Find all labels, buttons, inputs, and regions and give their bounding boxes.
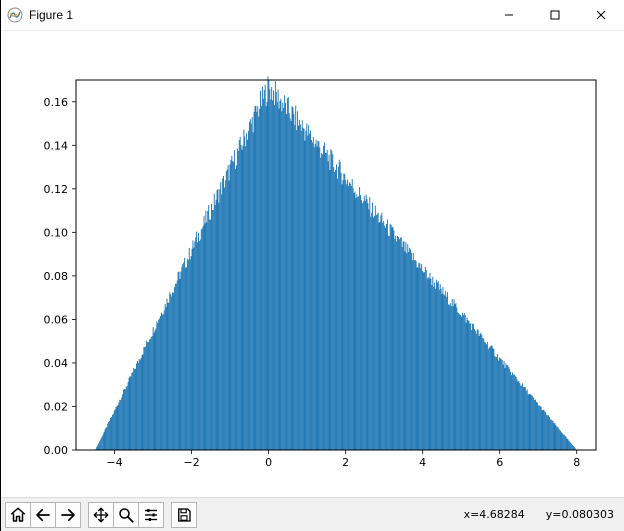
app-icon (7, 7, 23, 23)
navigation-toolbar: x=4.68284 y=0.080303 (1, 497, 624, 531)
home-button[interactable] (5, 502, 31, 528)
y-tick-label: 0.08 (44, 270, 69, 283)
y-tick-label: 0.00 (44, 444, 69, 457)
y-tick-label: 0.06 (44, 313, 69, 326)
y-tick-label: 0.02 (44, 400, 69, 413)
minimize-button[interactable] (486, 0, 532, 30)
plot-canvas[interactable]: −4 −2 0 2 4 6 8 0.00 0.02 0.04 0.06 0.08 0.10 0.12 0.1… (1, 31, 624, 497)
pan-button[interactable] (88, 502, 114, 528)
x-tick-label: 2 (342, 456, 349, 469)
y-tick-label: 0.04 (44, 357, 69, 370)
save-button[interactable] (171, 502, 197, 528)
figure-window: Figure 1 −4 −2 0 2 4 6 8 0.00 0.02 0.04 0.06 0.08 0.… (0, 0, 624, 531)
forward-button[interactable] (55, 502, 81, 528)
x-tick-label: 4 (419, 456, 426, 469)
configure-subplots-button[interactable] (138, 502, 164, 528)
zoom-button[interactable] (113, 502, 139, 528)
x-tick-label: −2 (183, 456, 199, 469)
back-button[interactable] (30, 502, 56, 528)
y-tick-label: 0.12 (44, 183, 69, 196)
arrow-left-icon (34, 506, 52, 524)
titlebar: Figure 1 (1, 0, 624, 31)
magnifier-icon (117, 506, 135, 524)
histogram-bars (95, 76, 576, 450)
y-tick-label: 0.10 (44, 226, 69, 239)
home-icon (9, 506, 27, 524)
x-tick-label: 6 (496, 456, 503, 469)
x-tick-label: 0 (265, 456, 272, 469)
arrow-right-icon (59, 506, 77, 524)
cursor-coordinates: x=4.68284 y=0.080303 (464, 508, 614, 521)
plot-svg: −4 −2 0 2 4 6 8 0.00 0.02 0.04 0.06 0.08 0.10 0.12 0.1… (1, 31, 624, 497)
move-icon (92, 506, 110, 524)
x-tick-label: 8 (573, 456, 580, 469)
x-tick-label: −4 (106, 456, 122, 469)
sliders-icon (142, 506, 160, 524)
close-button[interactable] (578, 0, 624, 30)
window-title: Figure 1 (29, 8, 486, 22)
maximize-button[interactable] (532, 0, 578, 30)
y-tick-label: 0.14 (44, 139, 69, 152)
y-tick-label: 0.16 (44, 96, 69, 109)
save-icon (175, 506, 193, 524)
